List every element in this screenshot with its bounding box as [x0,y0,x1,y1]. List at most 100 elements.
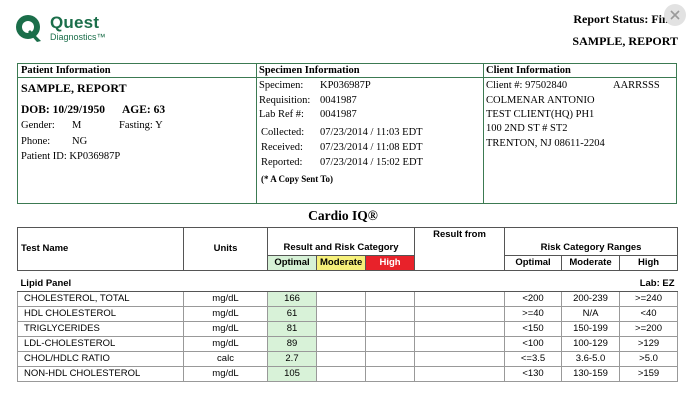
range-optimal: <150 [504,321,563,337]
result-value: 89 [267,336,317,352]
test-name: TRIGLYCERIDES [17,321,184,337]
client-line-2: TEST CLIENT(HQ) PH1 [486,109,595,120]
patient-dob: DOB: 10/29/1950 [21,104,106,116]
collapse-button[interactable] [664,4,686,26]
collected-datetime: 07/23/2014 / 11:03 EDT [320,127,423,138]
moderate-cell [316,306,366,322]
reported-label: Reported: [261,157,303,168]
high-cell [364,336,416,352]
col-result-from: Result from [414,227,506,271]
close-icon [670,10,680,20]
patient-fasting: Fasting: Y [119,120,163,131]
table-row: HDL CHOLESTEROL mg/dL 61 >=40 N/A <40 [17,306,679,322]
lipid-rows: CHOLESTEROL, TOTAL mg/dL 166 <200 200-239 >=2… [17,291,679,382]
moderate-cell [316,291,366,307]
result-from [414,366,506,382]
result-from [414,351,506,367]
result-value: 61 [267,306,317,322]
quest-logo: Quest Diagnostics™ [14,13,134,47]
requisition-label: Requisition: [259,95,311,106]
units: mg/dL [183,321,268,337]
category-optimal: Optimal [267,255,317,271]
moderate-cell [316,351,366,367]
table-header-row-1: Test Name Units Result from [17,227,679,271]
category-moderate: Moderate [316,255,366,271]
range-high: >=240 [619,291,679,307]
copy-sent-note: (* A Copy Sent To) [261,174,334,184]
panel-name: Lipid Panel [17,277,415,292]
client-line-4: TRENTON, NJ 08611-2204 [486,138,605,149]
cardio-results-table: Test Name Units Result from Result and R… [17,227,679,382]
reported-datetime: 07/23/2014 / 15:02 EDT [320,157,423,168]
units: mg/dL [183,306,268,322]
range-moderate: 200-239 [561,291,621,307]
range-moderate: 130-159 [561,366,621,382]
result-from [414,291,506,307]
range-optimal: >=40 [504,306,563,322]
units: mg/dL [183,291,268,307]
table-row: TRIGLYCERIDES mg/dL 81 <150 150-199 >=200 [17,321,679,337]
category-high: High [364,255,416,271]
phone-label: Phone: [21,136,51,147]
table-row: CHOLESTEROL, TOTAL mg/dL 166 <200 200-239 >=2… [17,291,679,307]
gender-label: Gender: [21,120,55,131]
range-moderate-header: Moderate [561,255,621,271]
labref-label: Lab Ref #: [259,109,304,120]
collected-label: Collected: [261,127,305,138]
client-info-heading: Client Information [483,64,676,78]
range-optimal: <=3.5 [504,351,563,367]
col-test-name: Test Name [17,227,184,271]
result-from [414,336,506,352]
range-high: <40 [619,306,679,322]
panel-row: Lipid Panel Lab: EZ [17,277,678,292]
range-moderate: 100-129 [561,336,621,352]
moderate-cell [316,366,366,382]
logo-brand-text: Quest [50,13,100,32]
patient-info-heading: Patient Information [18,64,256,78]
patient-age: AGE: 63 [122,104,166,116]
high-cell [364,351,416,367]
high-cell [364,321,416,337]
result-value: 105 [267,366,317,382]
range-high: >129 [619,336,679,352]
range-moderate: 3.6-5.0 [561,351,621,367]
received-label: Received: [261,142,303,153]
moderate-cell [316,336,366,352]
result-value: 2.7 [267,351,317,367]
range-optimal-header: Optimal [504,255,563,271]
logo-sub-text: Diagnostics [50,32,97,42]
high-cell [364,306,416,322]
test-name: LDL-CHOLESTEROL [17,336,184,352]
patient-gender: M [72,120,82,131]
range-high: >159 [619,366,679,382]
col-units: Units [183,227,268,271]
result-from [414,306,506,322]
range-high: >5.0 [619,351,679,367]
specimen-info-heading: Specimen Information [256,64,483,78]
client-number: Client #: 97502840 [486,80,568,91]
units: mg/dL [183,336,268,352]
client-line-1: COLMENAR ANTONIO [486,95,595,106]
test-name: CHOLESTEROL, TOTAL [17,291,184,307]
table-row: LDL-CHOLESTEROL mg/dL 89 <100 100-129 >129 [17,336,679,352]
report-patient-name: SAMPLE, REPORT [572,34,678,48]
cardio-iq-title: Cardio IQ® [308,208,378,223]
specimen-info-section: Specimen Information Specimen: KP036987P… [256,64,484,203]
info-box: Patient Information SAMPLE, REPORT DOB: … [17,63,677,204]
lab-code: Lab: EZ [414,277,678,292]
patient-id: Patient ID: KP036987P [21,151,121,162]
result-value: 166 [267,291,317,307]
client-code: AARRSSS [613,80,660,91]
patient-phone: NG [72,136,88,147]
report-status: Report Status: Final [573,12,678,26]
test-name: HDL CHOLESTEROL [17,306,184,322]
specimen-label: Specimen: [259,80,304,91]
quest-logo-mark-icon [16,15,41,42]
range-optimal: <100 [504,336,563,352]
col-result-risk: Result and Risk Category [283,241,399,253]
received-datetime: 07/23/2014 / 11:08 EDT [320,142,423,153]
units: calc [183,351,268,367]
range-optimal: <130 [504,366,563,382]
range-high: >=200 [619,321,679,337]
range-optimal: <200 [504,291,563,307]
